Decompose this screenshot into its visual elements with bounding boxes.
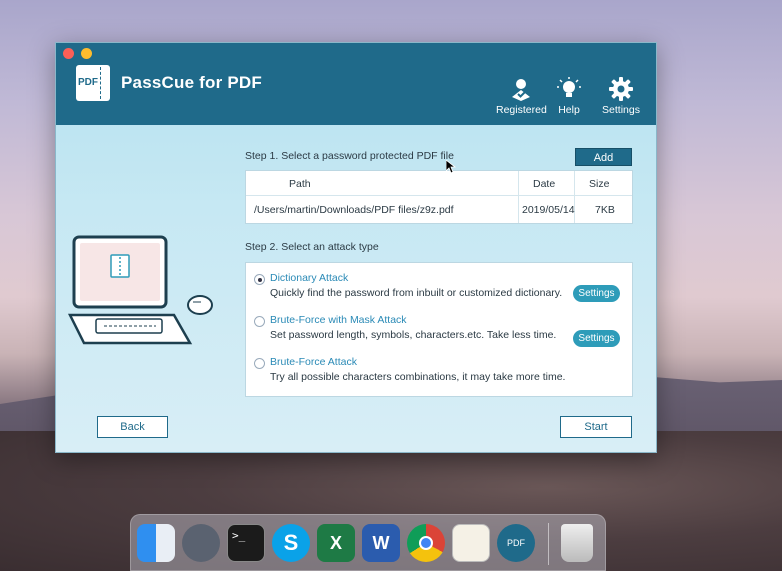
path-column-label: Path bbox=[289, 178, 311, 190]
dictionary-attack-desc: Quickly find the password from inbuilt o… bbox=[270, 287, 563, 299]
app-logo-text: PDF bbox=[78, 77, 98, 88]
path-column-header: Path bbox=[246, 171, 519, 195]
back-button[interactable]: Back bbox=[97, 416, 168, 438]
registered-user-icon bbox=[512, 79, 530, 101]
excel-icon[interactable]: X bbox=[317, 524, 355, 562]
file-size-cell: 7KB bbox=[575, 196, 633, 223]
close-window-button[interactable] bbox=[63, 48, 74, 59]
dock: >_ S X W PDF bbox=[130, 514, 606, 571]
mask-attack-desc: Set password length, symbols, characters… bbox=[270, 329, 557, 341]
laptop-illustration bbox=[67, 235, 213, 345]
trash-icon[interactable] bbox=[561, 524, 593, 562]
mouse-cursor-icon bbox=[446, 160, 456, 174]
help-label: Help bbox=[558, 104, 580, 116]
mask-attack-radio[interactable] bbox=[254, 316, 265, 327]
size-column-label: Size bbox=[589, 178, 610, 190]
dictionary-settings-button[interactable]: Settings bbox=[573, 285, 620, 302]
launchpad-icon[interactable] bbox=[182, 524, 220, 562]
finder-icon[interactable] bbox=[137, 524, 175, 562]
table-row[interactable]: /Users/martin/Downloads/PDF files/z9z.pd… bbox=[246, 196, 632, 223]
brute-force-radio[interactable] bbox=[254, 358, 265, 369]
registered-button[interactable]: Registered bbox=[496, 77, 547, 116]
minimize-window-button[interactable] bbox=[81, 48, 92, 59]
brute-force-title: Brute-Force Attack bbox=[270, 356, 357, 368]
settings-button[interactable]: Settings bbox=[599, 77, 643, 116]
textedit-icon[interactable] bbox=[452, 524, 490, 562]
app-window: PDF PassCue for PDF Registered Help Sett… bbox=[55, 42, 657, 453]
attack-type-panel: Dictionary Attack Quickly find the passw… bbox=[245, 262, 633, 397]
date-column-label: Date bbox=[533, 178, 556, 190]
title-bar: PDF PassCue for PDF Registered Help Sett… bbox=[56, 43, 656, 125]
file-path: /Users/martin/Downloads/PDF files/z9z.pd… bbox=[254, 204, 454, 216]
add-file-button[interactable]: Add bbox=[575, 148, 632, 166]
date-column-header: Date bbox=[519, 171, 575, 195]
step1-label: Step 1. Select a password protected PDF … bbox=[245, 150, 454, 162]
app-logo-icon: PDF bbox=[76, 65, 110, 101]
word-icon[interactable]: W bbox=[362, 524, 400, 562]
help-button[interactable]: Help bbox=[554, 77, 584, 116]
chrome-center bbox=[419, 536, 433, 550]
file-table-header: Path Date Size bbox=[246, 171, 632, 196]
window-controls bbox=[63, 48, 92, 59]
settings-label: Settings bbox=[602, 104, 640, 116]
size-column-header: Size bbox=[575, 171, 633, 195]
zipper-icon bbox=[100, 67, 104, 99]
passcue-icon[interactable]: PDF bbox=[497, 524, 535, 562]
file-path-cell: /Users/martin/Downloads/PDF files/z9z.pd… bbox=[246, 196, 519, 223]
mask-attack-title: Brute-Force with Mask Attack bbox=[270, 314, 407, 326]
chrome-icon[interactable] bbox=[407, 524, 445, 562]
file-date: 2019/05/14 bbox=[522, 204, 575, 216]
dock-separator bbox=[548, 523, 549, 565]
file-size: 7KB bbox=[595, 204, 615, 216]
lightbulb-icon bbox=[557, 77, 581, 97]
gear-icon bbox=[609, 77, 633, 101]
dictionary-attack-radio[interactable] bbox=[254, 274, 265, 285]
dictionary-attack-title: Dictionary Attack bbox=[270, 272, 349, 284]
file-table: Path Date Size /Users/martin/Downloads/P… bbox=[245, 170, 633, 224]
skype-icon[interactable]: S bbox=[272, 524, 310, 562]
file-date-cell: 2019/05/14 bbox=[519, 196, 575, 223]
step2-label: Step 2. Select an attack type bbox=[245, 241, 379, 253]
mask-settings-button[interactable]: Settings bbox=[573, 330, 620, 347]
terminal-icon[interactable]: >_ bbox=[227, 524, 265, 562]
registered-label: Registered bbox=[496, 104, 547, 116]
app-title: PassCue for PDF bbox=[121, 73, 262, 92]
brute-force-desc: Try all possible characters combinations… bbox=[270, 371, 566, 383]
start-button[interactable]: Start bbox=[560, 416, 632, 438]
